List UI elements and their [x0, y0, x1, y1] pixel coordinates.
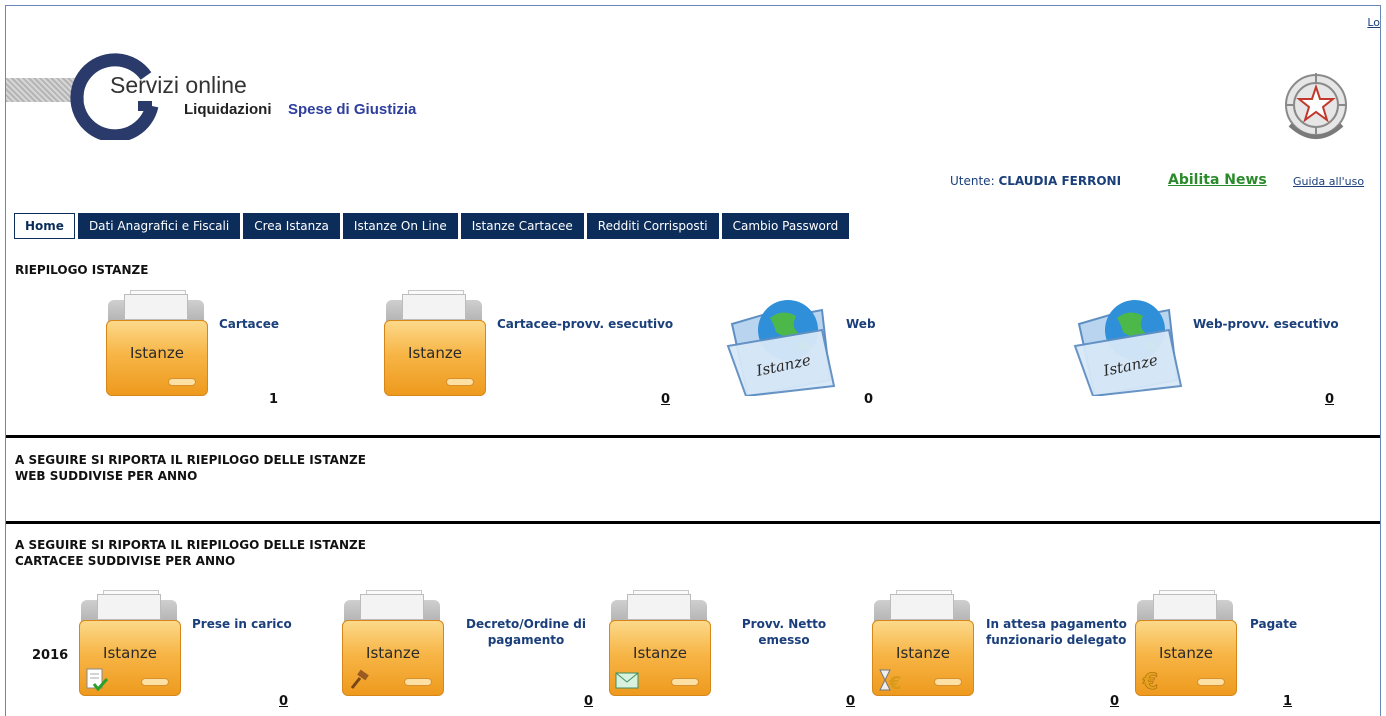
tab-cambio-password[interactable]: Cambio Password [721, 213, 850, 239]
folder-icon[interactable]: Istanze [609, 590, 711, 696]
tab-istanze-on-line[interactable]: Istanze On Line [342, 213, 458, 239]
envelope-icon [615, 672, 639, 689]
user-name: CLAUDIA FERRONI [998, 174, 1122, 188]
folder-icon[interactable]: Istanze € [872, 590, 974, 696]
tab-redditi-corrisposti[interactable]: Redditi Corrisposti [586, 213, 719, 239]
tab-home[interactable]: Home [14, 213, 75, 239]
folder-icon[interactable]: Istanze [342, 590, 444, 696]
folder-label: Istanze [408, 344, 462, 362]
riepilogo-cartacee-provv-count[interactable]: 0 [661, 392, 670, 407]
tab-crea-istanza[interactable]: Crea Istanza [243, 213, 340, 239]
svg-text:€: € [888, 673, 902, 692]
folder-icon[interactable]: Istanze [384, 290, 486, 396]
cartacee-attesa-line1: In attesa pagamento [986, 617, 1127, 631]
riepilogo-web-count: 0 [864, 392, 874, 407]
tab-dati-anagrafici[interactable]: Dati Anagrafici e Fiscali [77, 213, 241, 239]
cartacee-decreto-line2: pagamento [487, 633, 565, 647]
cartacee-section-line1: A SEGUIRE SI RIPORTA IL RIEPILOGO DELLE … [15, 538, 366, 552]
cartacee-attesa-line2: funzionario delegato [986, 633, 1127, 647]
riepilogo-cartacee-label: Cartacee [219, 317, 280, 331]
folder-label: Istanze [103, 644, 157, 662]
riepilogo-web-provv-label: Web-provv. esecutivo [1193, 317, 1339, 331]
web-section-line1: A SEGUIRE SI RIPORTA IL RIEPILOGO DELLE … [15, 453, 366, 467]
cartacee-provv-line2: emesso [758, 633, 810, 647]
riepilogo-web-provv-count[interactable]: 0 [1325, 392, 1334, 407]
folder-label: Istanze [633, 644, 687, 662]
cartacee-provv-line1: Provv. Netto [741, 617, 827, 631]
logo-subtitle-bold: Liquidazioni [184, 101, 272, 118]
folder-label: Istanze [366, 644, 420, 662]
news-link[interactable]: Abilita News [1168, 172, 1267, 188]
cartacee-decreto-count[interactable]: 0 [584, 694, 593, 709]
cartacee-presi-count[interactable]: 0 [279, 694, 288, 709]
euro-icon: € [1142, 670, 1159, 692]
web-section-title: A SEGUIRE SI RIPORTA IL RIEPILOGO DELLE … [15, 452, 366, 484]
globe-folder-icon[interactable]: Istanze [1073, 296, 1185, 396]
section-divider [6, 521, 1380, 524]
riepilogo-cartacee-count: 1 [269, 392, 279, 407]
user-label: Utente: [950, 174, 995, 188]
folder-icon[interactable]: Istanze [106, 290, 208, 396]
main-nav: Home Dati Anagrafici e Fiscali Crea Ista… [14, 213, 850, 239]
web-section-line2: WEB SUDDIVISE PER ANNO [15, 469, 198, 483]
tab-istanze-cartacee[interactable]: Istanze Cartacee [460, 213, 584, 239]
folder-label: Istanze [130, 344, 184, 362]
user-info: Utente: CLAUDIA FERRONI [950, 174, 1121, 188]
logo-title: Servizi online [110, 72, 247, 98]
folder-label: Istanze [896, 644, 950, 662]
cartacee-pagate-count[interactable]: 1 [1283, 694, 1292, 709]
folder-icon[interactable]: Istanze € [1135, 590, 1237, 696]
cartacee-section-title: A SEGUIRE SI RIPORTA IL RIEPILOGO DELLE … [15, 537, 366, 569]
gavel-icon [350, 669, 369, 689]
cartacee-decreto-label: Decreto/Ordine di pagamento [461, 616, 591, 648]
folder-label: Istanze [1159, 644, 1213, 662]
logo-subtitle-colored: Spese di Giustizia [288, 101, 417, 118]
year-label: 2016 [32, 648, 69, 663]
cartacee-provv-label: Provv. Netto emesso [736, 616, 832, 648]
section-divider [6, 435, 1380, 438]
cartacee-pagate-label: Pagate [1250, 617, 1298, 631]
riepilogo-web-label: Web [846, 317, 876, 331]
riepilogo-title: RIEPILOGO ISTANZE [15, 263, 149, 277]
cartacee-section-line2: CARTACEE SUDDIVISE PER ANNO [15, 554, 236, 568]
guide-link[interactable]: Guida all'uso [1293, 175, 1364, 188]
page-frame: Lo Servizi online Liquidazioni Spese di … [5, 5, 1381, 716]
svg-text:€: € [1142, 670, 1158, 692]
check-document-icon [86, 668, 109, 692]
login-link[interactable]: Lo [1367, 16, 1380, 29]
riepilogo-cartacee-provv-label: Cartacee-provv. esecutivo [497, 317, 674, 331]
cartacee-attesa-count[interactable]: 0 [1110, 694, 1119, 709]
globe-folder-icon[interactable]: Istanze [726, 296, 838, 396]
republic-emblem-icon [1285, 73, 1347, 139]
hourglass-euro-icon: € [879, 669, 902, 692]
cartacee-presi-label: Prese in carico [192, 617, 292, 631]
cartacee-attesa-label: In attesa pagamento funzionario delegato [986, 616, 1127, 648]
cartacee-provv-count[interactable]: 0 [846, 694, 855, 709]
folder-icon[interactable]: Istanze [79, 590, 181, 696]
cartacee-decreto-line1: Decreto/Ordine di [465, 617, 587, 631]
